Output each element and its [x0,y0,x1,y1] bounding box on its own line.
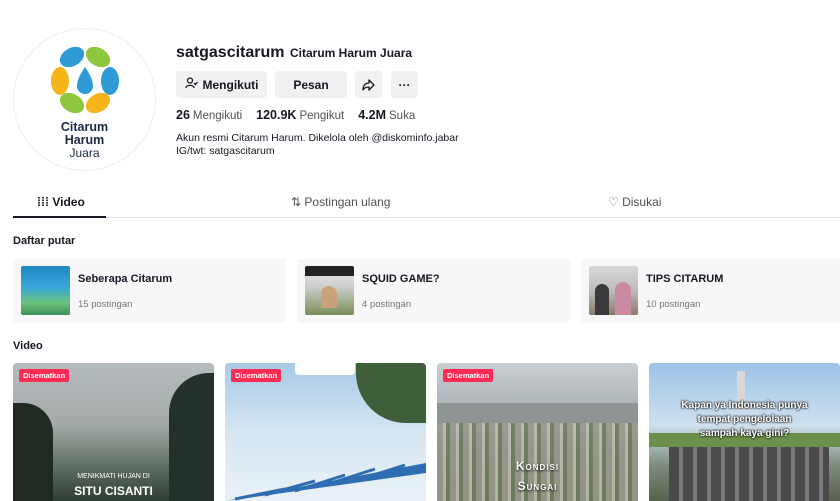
pinned-badge: Disematkan [443,369,494,382]
playlist-card[interactable]: Seberapa Citarum 15 postingan [13,258,286,323]
video-thumbnail[interactable]: Disematkan MENIKMATI HUJAN DI SITU CISAN… [13,363,214,501]
message-button[interactable]: Pesan [275,71,347,98]
playlist-name: Seberapa Citarum [78,273,173,285]
playlist-thumbnail [305,266,354,315]
grid-icon: ⁞⁞⁞ [37,195,53,209]
share-button[interactable] [355,71,382,98]
hills [437,403,638,423]
following-button-label: Mengikuti [202,77,259,92]
tab-liked[interactable]: ♡ Disukai [608,195,661,209]
profile-avatar[interactable]: Citarum Harum Juara [13,28,156,171]
video-caption-line2: SITU CISANTI [74,484,153,498]
video-thumbnail[interactable]: Disematkan [225,363,426,501]
playlist-count: 15 postingan [78,299,133,310]
profile-username: satgascitarum [176,44,285,61]
profile-stats: 26 Mengikuti 120.9K Pengikut 4.2M Suka [176,108,415,122]
heart-icon: ♡ [608,195,623,209]
video-section-title: Video [13,340,43,352]
more-options-button[interactable]: ··· [391,71,418,98]
following-button[interactable]: Mengikuti [176,71,267,98]
share-icon [362,78,375,91]
playlist-thumbnail [589,266,638,315]
repost-icon: ⇅ [291,195,305,209]
tab-video[interactable]: ⁞⁞⁞ Video [37,195,85,209]
video-caption-line2: tempat pengelolaan [697,414,792,425]
playlist-name: TIPS CITARUM [646,273,724,285]
stat-followers[interactable]: 120.9K Pengikut [256,108,344,122]
video-thumbnail[interactable]: Disematkan Kondisi Sungai [437,363,638,501]
bridge-illustration [225,463,426,501]
pinned-badge: Disematkan [231,369,282,382]
profile-bio: Akun resmi Citarum Harum. Dikelola oleh … [176,132,459,157]
playlist-card[interactable]: TIPS CITARUM 10 postingan [581,258,840,323]
logo-strip [295,363,355,375]
profile-nickname: Citarum Harum Juara [290,46,413,60]
playlist-section-title: Daftar putar [13,235,76,247]
user-check-icon [184,77,198,92]
tab-active-indicator [13,216,106,218]
video-thumbnail[interactable]: Kapan ya Indonesia punya tempat pengelol… [649,363,840,501]
citarum-logo-icon [51,46,119,114]
building [669,443,829,501]
profile-tabs: ⁞⁞⁞ Video ⇅ Postingan ulang ♡ Disukai [13,190,840,218]
video-caption-line2: Sungai [517,479,558,493]
video-caption-line1: MENIKMATI HUJAN DI [77,473,150,480]
stat-likes: 4.2M Suka [358,108,416,122]
playlist-name: SQUID GAME? [362,273,440,285]
tree-silhouette [169,373,214,501]
logo-text-line3: Juara [69,146,100,160]
stat-following[interactable]: 26 Mengikuti [176,108,242,122]
tab-repost[interactable]: ⇅ Postingan ulang [291,195,390,209]
tree-leaves [356,363,426,423]
playlist-count: 10 postingan [646,299,701,310]
playlist-count: 4 postingan [362,299,412,310]
playlist-card[interactable]: SQUID GAME? 4 postingan [297,258,570,323]
playlist-thumbnail [21,266,70,315]
video-caption-line1: Kapan ya Indonesia punya [681,400,808,411]
pinned-badge: Disematkan [19,369,70,382]
video-caption-line3: sampah kaya gini? [699,428,790,439]
video-caption-line1: Kondisi [515,459,560,473]
